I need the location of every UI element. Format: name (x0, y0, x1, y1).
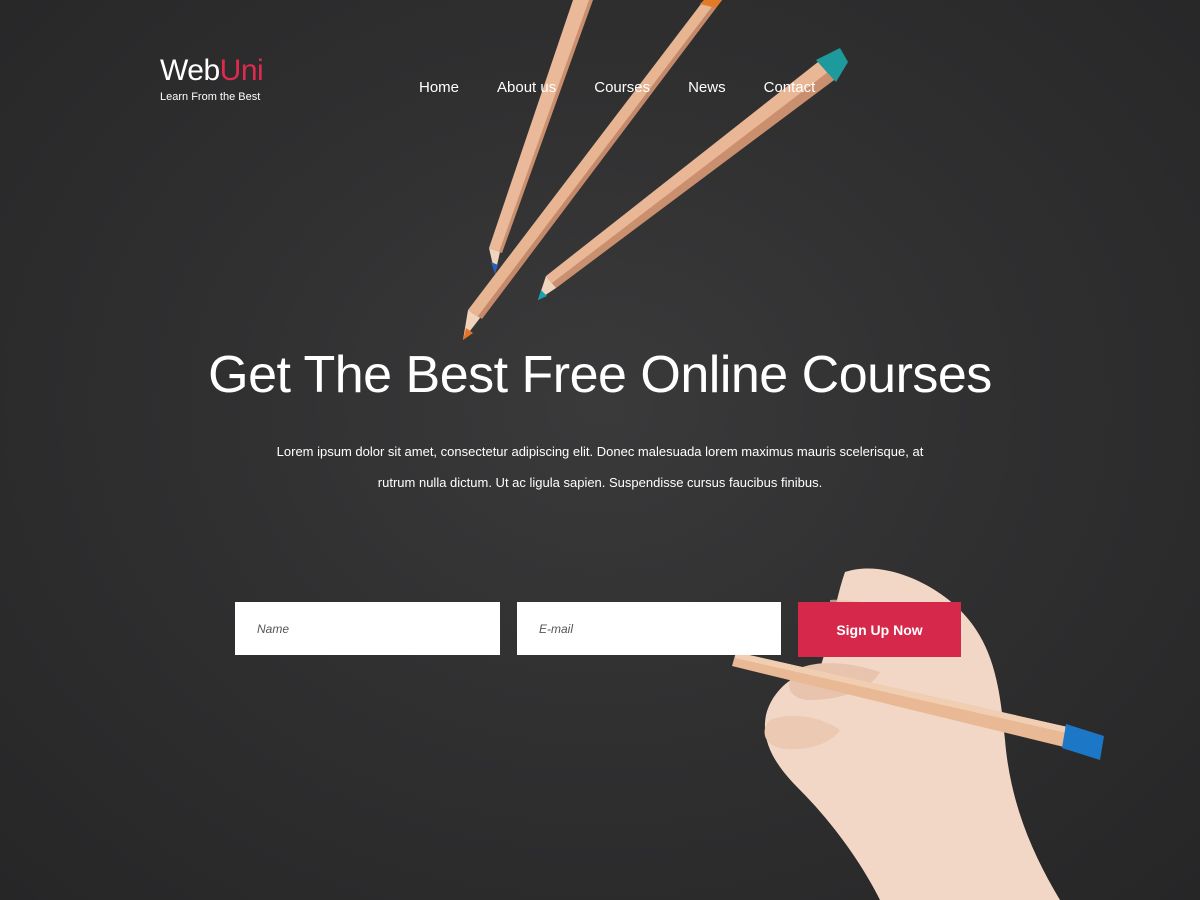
nav-item-contact[interactable]: Contact (745, 78, 835, 98)
email-input[interactable] (517, 602, 781, 655)
brand-logo[interactable]: WebUni Learn From the Best (160, 54, 264, 104)
nav-item-home[interactable]: Home (400, 78, 478, 98)
brand-name-uni: Uni (219, 54, 264, 87)
hero-description: Lorem ipsum dolor sit amet, consectetur … (276, 444, 924, 490)
hero-section: WebUni Learn From the Best Home About us… (0, 0, 1200, 900)
hero-title: Get The Best Free Online Courses (208, 346, 992, 404)
nav-item-about-us[interactable]: About us (478, 78, 575, 98)
nav-item-courses[interactable]: Courses (575, 78, 669, 98)
main-nav: Home About us Courses News Contact (400, 78, 834, 98)
brand-name: WebUni (160, 54, 264, 88)
signup-form: Sign Up Now (235, 602, 961, 657)
brand-tagline: Learn From the Best (160, 91, 261, 103)
name-input[interactable] (235, 602, 500, 655)
nav-item-news[interactable]: News (669, 78, 745, 98)
sign-up-button[interactable]: Sign Up Now (798, 602, 961, 657)
brand-name-web: Web (160, 54, 220, 87)
